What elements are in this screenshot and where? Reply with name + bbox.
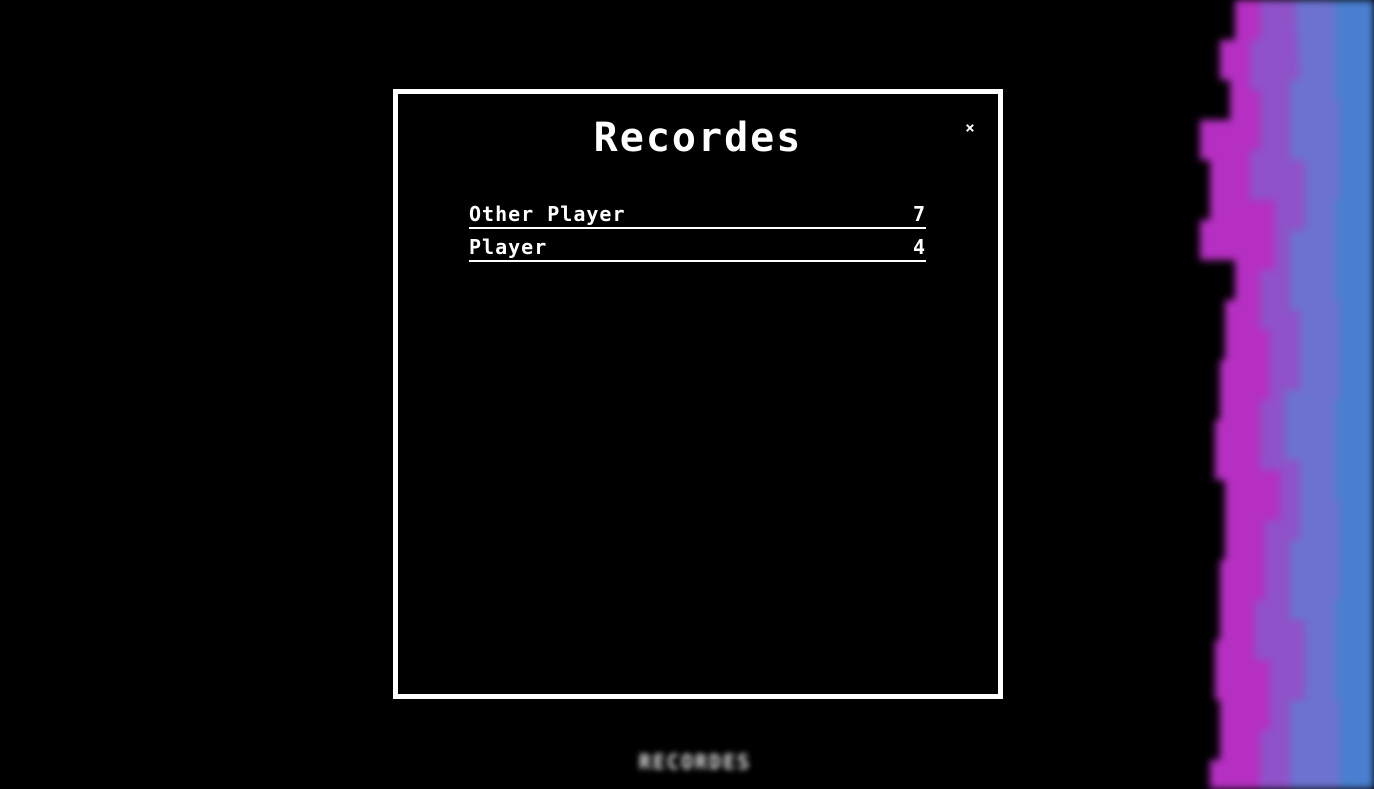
records-modal: Recordes × Other Player 7 Player 4 xyxy=(393,89,1003,699)
score-value: 4 xyxy=(912,235,926,259)
background-stripes xyxy=(1190,0,1374,789)
modal-title: Recordes xyxy=(593,115,803,161)
score-value: 7 xyxy=(912,202,926,226)
score-player-name: Player xyxy=(469,235,548,259)
score-row: Other Player 7 xyxy=(469,198,926,229)
close-button[interactable]: × xyxy=(960,118,980,138)
score-row: Player 4 xyxy=(469,231,926,262)
score-player-name: Other Player xyxy=(469,202,626,226)
score-list: Other Player 7 Player 4 xyxy=(469,198,926,264)
records-menu-label[interactable]: RECORDES xyxy=(0,750,1374,774)
